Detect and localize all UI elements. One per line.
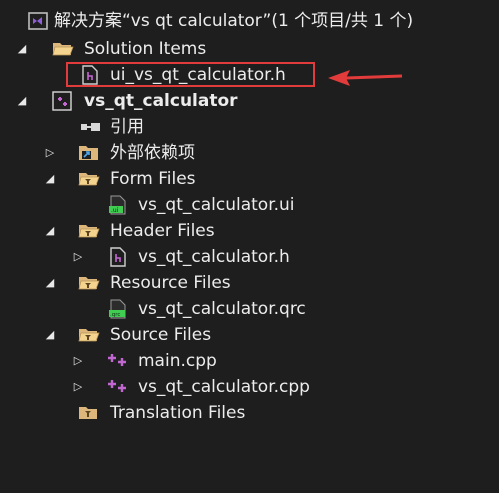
qt-qrc-file-icon: .qrc [108, 299, 128, 319]
form-files-label: Form Files [110, 169, 196, 189]
expand-arrow-icon[interactable]: ◢ [44, 276, 56, 289]
header-file-icon [109, 247, 129, 267]
tree-row-resource-files[interactable]: ◢ Resource Files [0, 270, 499, 296]
solution-explorer: 解决方案“vs qt calculator”(1 个项目/共 1 个) ◢ So… [0, 0, 499, 493]
solution-icon [28, 11, 48, 31]
tree-row-references[interactable]: 引用 [0, 114, 499, 140]
highlight-box [66, 62, 315, 87]
filter-folder-icon [78, 403, 98, 423]
collapse-arrow-icon[interactable]: ▷ [44, 146, 56, 159]
project-label: vs_qt_calculator [84, 91, 238, 111]
header-file-h-label: vs_qt_calculator.h [138, 247, 290, 267]
source-calc-label: vs_qt_calculator.cpp [138, 377, 310, 397]
tree-row-form-files[interactable]: ◢ Form Files [0, 166, 499, 192]
translation-files-label: Translation Files [110, 403, 246, 423]
tree-row-project[interactable]: ◢ vs_qt_calculator [0, 88, 499, 114]
tree-row-source-calc[interactable]: ▷ vs_qt_calculator.cpp [0, 374, 499, 400]
expand-arrow-icon[interactable]: ◢ [16, 94, 28, 107]
tree-row-source-files[interactable]: ◢ Source Files [0, 322, 499, 348]
collapse-arrow-icon[interactable]: ▷ [72, 354, 84, 367]
header-files-label: Header Files [110, 221, 215, 241]
cpp-file-icon [107, 351, 127, 371]
tree-row-solution[interactable]: 解决方案“vs qt calculator”(1 个项目/共 1 个) [0, 8, 499, 34]
expand-arrow-icon[interactable]: ◢ [44, 172, 56, 185]
tree-row-source-main[interactable]: ▷ main.cpp [0, 348, 499, 374]
expand-arrow-icon[interactable]: ◢ [44, 328, 56, 341]
references-label: 引用 [110, 117, 144, 137]
form-file-ui-label: vs_qt_calculator.ui [138, 195, 295, 215]
tree-row-solution-items[interactable]: ◢ Solution Items [0, 36, 499, 62]
collapse-arrow-icon[interactable]: ▷ [72, 380, 84, 393]
source-files-label: Source Files [110, 325, 212, 345]
filter-folder-icon [78, 221, 100, 241]
resource-files-label: Resource Files [110, 273, 231, 293]
tree-row-translation-files[interactable]: Translation Files [0, 400, 499, 426]
red-arrow-icon [328, 70, 403, 86]
external-deps-label: 外部依赖项 [110, 143, 195, 163]
filter-folder-icon [78, 325, 100, 345]
expand-arrow-icon[interactable]: ◢ [16, 42, 28, 55]
vc-project-icon [52, 91, 72, 111]
qt-ui-file-icon: .ui [108, 195, 128, 215]
expand-arrow-icon[interactable]: ◢ [44, 224, 56, 237]
collapse-arrow-icon[interactable]: ▷ [72, 250, 84, 263]
cpp-file-icon [107, 377, 127, 397]
svg-text:.qrc: .qrc [110, 312, 120, 318]
tree-row-external-deps[interactable]: ▷ 外部依赖项 [0, 140, 499, 166]
tree-row-form-file-ui[interactable]: .ui vs_qt_calculator.ui [0, 192, 499, 218]
filter-folder-icon [78, 273, 100, 293]
svg-text:.ui: .ui [111, 207, 119, 214]
tree-row-header-file-h[interactable]: ▷ vs_qt_calculator.h [0, 244, 499, 270]
external-deps-folder-icon [78, 143, 98, 163]
references-icon [80, 117, 100, 137]
filter-folder-icon [78, 169, 100, 189]
tree-row-resource-file-qrc[interactable]: .qrc vs_qt_calculator.qrc [0, 296, 499, 322]
solution-items-label: Solution Items [84, 39, 207, 59]
folder-open-icon [52, 39, 74, 59]
solution-label: 解决方案“vs qt calculator”(1 个项目/共 1 个) [54, 11, 414, 31]
resource-file-qrc-label: vs_qt_calculator.qrc [138, 299, 306, 319]
tree-row-header-files[interactable]: ◢ Header Files [0, 218, 499, 244]
source-main-label: main.cpp [138, 351, 217, 371]
